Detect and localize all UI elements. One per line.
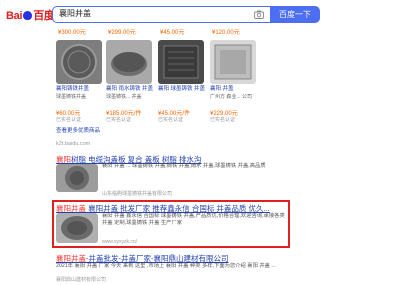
verified-tag: 已实名认证 <box>158 117 184 123</box>
product-title[interactable]: 襄阳 井盖 <box>210 86 260 93</box>
price-label: ¥120.00元 <box>212 30 240 36</box>
product-image[interactable] <box>106 40 152 84</box>
price-label: ¥299.00元 <box>108 30 136 36</box>
product-subtitle: 广州方 森业... 公司 <box>210 94 252 100</box>
manhole-cover-icon <box>163 45 199 79</box>
result-source: 山东临朐球墨铸铁井盖有限公司 <box>102 191 173 197</box>
result-url[interactable]: www.xyxyzk.cn/ <box>102 239 137 245</box>
result-thumbnail[interactable] <box>56 213 98 243</box>
product-subtitle: 球墨铸铁... 井盖 <box>106 94 142 100</box>
product-image[interactable] <box>158 40 204 84</box>
manhole-cover-icon <box>61 216 93 240</box>
manhole-cover-icon <box>214 44 252 80</box>
result-thumbnail[interactable] <box>56 164 98 192</box>
verified-tag: 已实名认证 <box>106 117 132 123</box>
price-label: ¥300.00元 <box>58 30 86 36</box>
manhole-cover-icon <box>111 52 147 76</box>
price-label: ¥45.00元 <box>160 30 185 36</box>
title-highlight: 襄阳井盖 <box>56 204 86 213</box>
product-title[interactable]: 襄阳铸铁井盖 <box>56 86 104 93</box>
product-title[interactable]: 襄阳 球墨铸铁 井盖 <box>158 86 208 93</box>
search-button[interactable]: 百度一下 <box>270 6 320 23</box>
source-url: k2t.baidu.com <box>56 141 91 147</box>
camera-icon[interactable] <box>254 10 264 19</box>
title-rest: -井盖批发-井盖厂家-襄阳鼎山建材有限公司 <box>86 254 229 263</box>
verified-tag: 已实名认证 <box>210 117 236 123</box>
result-snippet: 襄阳 井盖 鑫永信 合国标 球墨铸铁 井盖,产品质优,价格合理,欢迎咨询,承接各… <box>102 213 285 226</box>
more-products-link[interactable]: 查看更多优质商品 <box>56 126 100 134</box>
paw-icon <box>23 11 33 20</box>
verified-tag: 已实名认证 <box>56 117 82 123</box>
title-rest: 襄阳井盖 批发厂家 推荐鑫永信 合国标 井盖品质 优久... <box>86 204 270 213</box>
result-source: 襄阳鼎山建材有限公司 <box>56 277 107 283</box>
result-snippet: 2021年 襄阳 井盖 厂家 今天 来到 这里 ,市场上 襄阳 井盖 种类 多样… <box>56 263 276 269</box>
baidu-logo[interactable]: Bai 百度 <box>6 7 55 23</box>
result-snippet: 襄阳 井盖 ... 球墨铸铁 井盖,铸铁 井盖,雨水 井盖,球墨铸铁 井盖,高品… <box>102 163 266 169</box>
search-box[interactable] <box>52 6 270 23</box>
product-title[interactable]: 襄阳 雨水铸铁 井盖 <box>106 86 156 93</box>
title-highlight: 襄阳 <box>56 155 71 164</box>
product-subtitle: 球墨铸铁井盖 <box>56 94 87 100</box>
logo-text-bai: Bai <box>6 10 23 22</box>
grate-icon <box>65 166 89 190</box>
product-image[interactable] <box>210 40 256 84</box>
title-highlight: 襄阳井盖 <box>56 254 86 263</box>
product-image[interactable] <box>56 40 102 84</box>
manhole-cover-icon <box>61 44 97 80</box>
top-bar: Bai百度 百度一下 <box>0 0 400 28</box>
search-input[interactable] <box>59 9 239 18</box>
